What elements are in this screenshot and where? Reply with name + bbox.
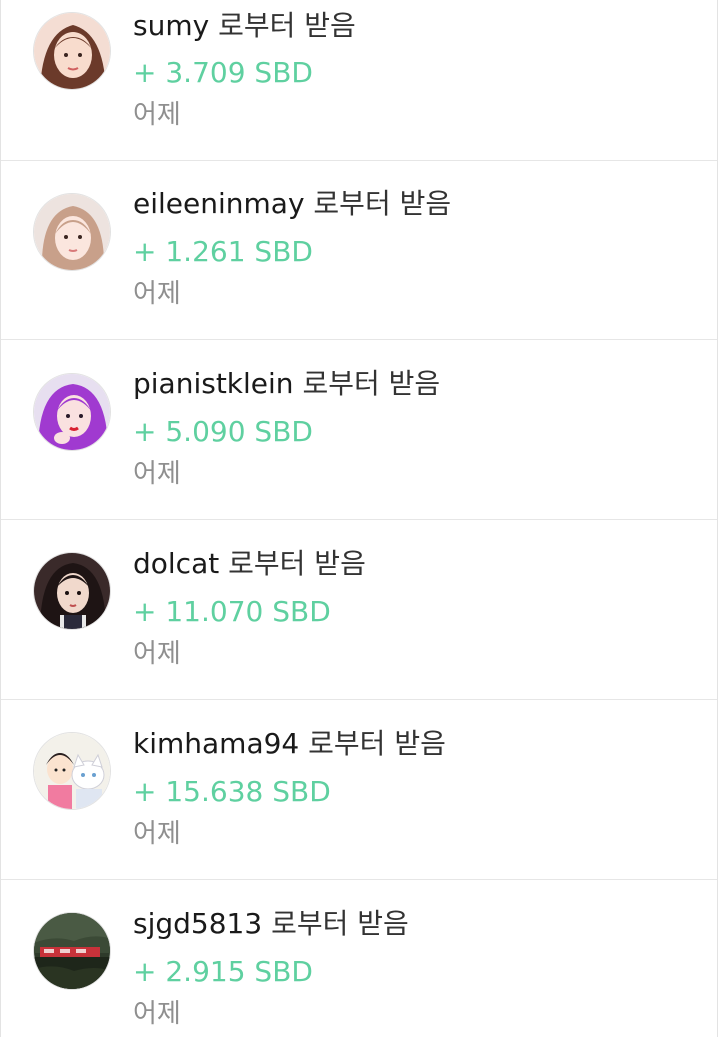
avatar[interactable] bbox=[33, 373, 111, 451]
sender-line: sjgd5813 로부터 받음 bbox=[133, 910, 409, 938]
action-label: 로부터 받음 bbox=[218, 9, 356, 42]
avatar-landscape-icon bbox=[34, 913, 110, 989]
amount-value: + 5.090 SBD bbox=[133, 415, 313, 448]
amount-value: + 2.915 SBD bbox=[133, 955, 313, 988]
amount-value: + 11.070 SBD bbox=[133, 595, 331, 628]
sender-name[interactable]: sumy bbox=[133, 9, 209, 42]
transfer-list: sumy 로부터 받음 + 3.709 SBD 어제 eileeninmay 로… bbox=[0, 0, 718, 1037]
avatar-purple-hair-icon bbox=[34, 374, 110, 450]
sender-line: kimhama94 로부터 받음 bbox=[133, 730, 446, 758]
sender-line: eileeninmay 로부터 받음 bbox=[133, 190, 451, 218]
transfer-row[interactable]: sumy 로부터 받음 + 3.709 SBD 어제 bbox=[1, 0, 717, 161]
avatar[interactable] bbox=[33, 732, 111, 810]
action-label: 로부터 받음 bbox=[313, 187, 452, 220]
timestamp: 어제 bbox=[133, 459, 181, 489]
sender-name[interactable]: eileeninmay bbox=[133, 187, 305, 220]
avatar[interactable] bbox=[33, 912, 111, 990]
avatar[interactable] bbox=[33, 552, 111, 630]
action-label: 로부터 받음 bbox=[302, 367, 441, 400]
avatar-woman-icon bbox=[34, 553, 110, 629]
timestamp: 어제 bbox=[133, 999, 181, 1029]
avatar[interactable] bbox=[33, 12, 111, 90]
amount-value: + 15.638 SBD bbox=[133, 775, 331, 808]
avatar[interactable] bbox=[33, 193, 111, 271]
timestamp: 어제 bbox=[133, 819, 181, 849]
timestamp: 어제 bbox=[133, 100, 181, 130]
transfer-row[interactable]: sjgd5813 로부터 받음 + 2.915 SBD 어제 bbox=[1, 881, 717, 1060]
sender-name[interactable]: pianistklein bbox=[133, 367, 294, 400]
sender-name[interactable]: kimhama94 bbox=[133, 727, 299, 760]
avatar-woman-icon bbox=[34, 194, 110, 270]
avatar-woman-icon bbox=[34, 13, 110, 89]
sender-name[interactable]: dolcat bbox=[133, 547, 219, 580]
action-label: 로부터 받음 bbox=[228, 547, 366, 580]
transfer-row[interactable]: kimhama94 로부터 받음 + 15.638 SBD 어제 bbox=[1, 701, 717, 880]
avatar-illustration-cat-icon bbox=[34, 733, 110, 809]
action-label: 로부터 받음 bbox=[271, 907, 409, 940]
transfer-row[interactable]: pianistklein 로부터 받음 + 5.090 SBD 어제 bbox=[1, 341, 717, 520]
timestamp: 어제 bbox=[133, 279, 181, 309]
sender-line: sumy 로부터 받음 bbox=[133, 12, 356, 40]
transfer-row[interactable]: dolcat 로부터 받음 + 11.070 SBD 어제 bbox=[1, 521, 717, 700]
amount-value: + 3.709 SBD bbox=[133, 56, 313, 89]
sender-name[interactable]: sjgd5813 bbox=[133, 907, 262, 940]
sender-line: pianistklein 로부터 받음 bbox=[133, 370, 440, 398]
amount-value: + 1.261 SBD bbox=[133, 235, 313, 268]
sender-line: dolcat 로부터 받음 bbox=[133, 550, 366, 578]
transfer-row[interactable]: eileeninmay 로부터 받음 + 1.261 SBD 어제 bbox=[1, 161, 717, 340]
timestamp: 어제 bbox=[133, 639, 181, 669]
action-label: 로부터 받음 bbox=[308, 727, 446, 760]
